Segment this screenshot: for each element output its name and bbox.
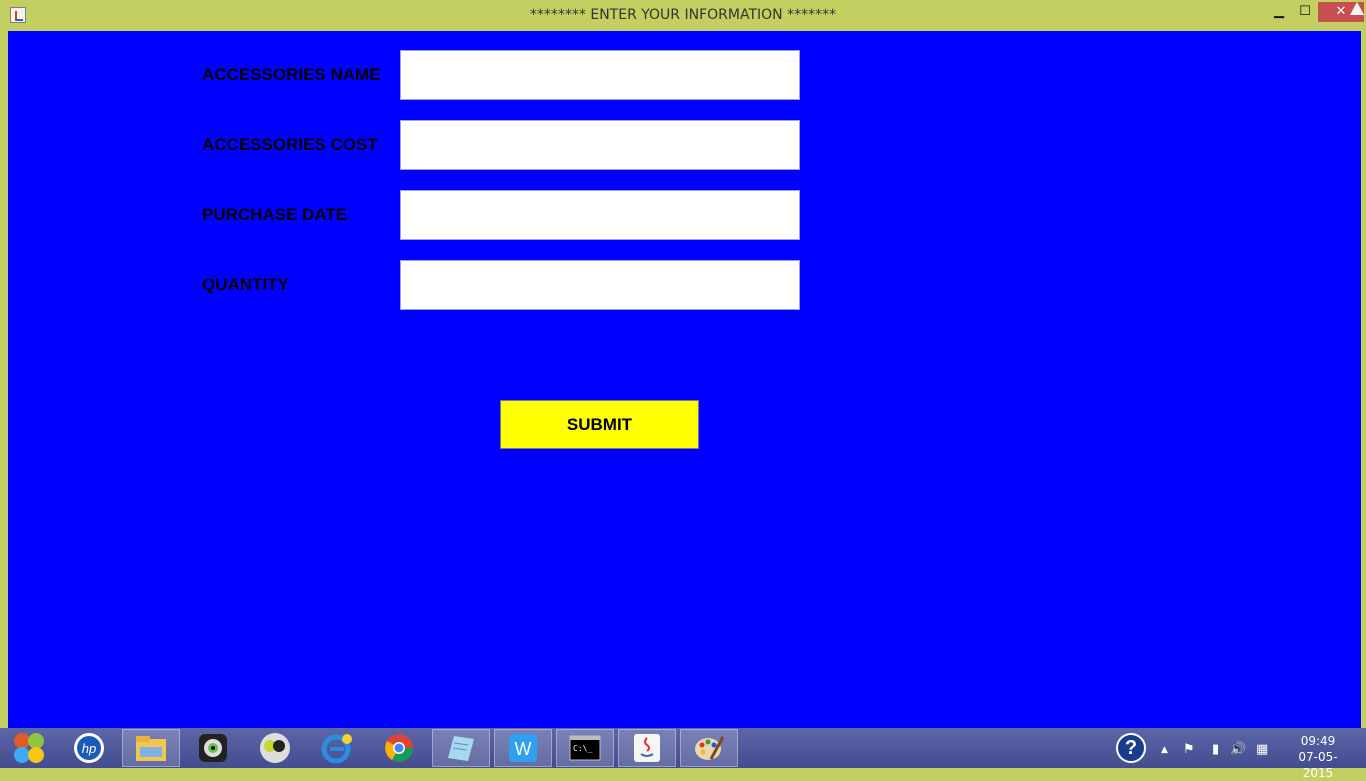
battery-icon[interactable]: ▮ xyxy=(1212,742,1219,757)
network-icon[interactable]: ▦ xyxy=(1256,742,1268,757)
quantity-input[interactable] xyxy=(400,260,800,310)
clock-time: 09:49 xyxy=(1300,734,1336,748)
wps-writer-icon[interactable]: W xyxy=(494,729,552,767)
internet-explorer-icon[interactable] xyxy=(308,729,366,767)
help-icon[interactable]: ? xyxy=(1116,733,1146,763)
notepad-icon[interactable] xyxy=(432,729,490,767)
media-player-icon[interactable] xyxy=(246,729,304,767)
svg-text:W: W xyxy=(515,739,532,759)
accessories-name-input[interactable] xyxy=(400,50,800,100)
minimize-button[interactable]: ▁ xyxy=(1268,2,1290,22)
window-title: ******** ENTER YOUR INFORMATION ******* xyxy=(529,7,837,23)
volume-icon[interactable]: 🔊 xyxy=(1230,742,1246,757)
svg-text:C:\_: C:\_ xyxy=(573,744,592,753)
svg-text:hp: hp xyxy=(82,741,96,756)
accessories-cost-label: ACCESSORIES COST xyxy=(202,135,378,154)
system-clock[interactable]: 09:49 07-05-2015 xyxy=(1288,733,1348,781)
accessories-cost-input[interactable] xyxy=(400,120,800,170)
warning-icon xyxy=(1350,2,1364,15)
quantity-label: QUANTITY xyxy=(202,275,289,294)
submit-button[interactable]: SUBMIT xyxy=(500,400,699,449)
accessories-name-label: ACCESSORIES NAME xyxy=(202,65,381,84)
action-center-flag-icon[interactable]: ⚑ xyxy=(1183,742,1195,757)
webcam-icon[interactable] xyxy=(184,729,242,767)
command-prompt-icon[interactable]: C:\_ xyxy=(556,729,614,767)
windows-start-icon[interactable] xyxy=(0,729,58,767)
form-panel: ACCESSORIES NAME ACCESSORIES COST PURCHA… xyxy=(8,31,1361,728)
purchase-date-input[interactable] xyxy=(400,190,800,240)
paint-icon[interactable] xyxy=(680,729,738,767)
application-window: ******** ENTER YOUR INFORMATION ******* … xyxy=(0,0,1366,728)
purchase-date-label: PURCHASE DATE xyxy=(202,205,348,224)
show-hidden-icons-icon[interactable]: ▲ xyxy=(1161,745,1168,755)
clock-date: 07-05-2015 xyxy=(1298,750,1338,780)
maximize-button[interactable]: ☐ xyxy=(1294,2,1316,22)
hp-icon[interactable]: hp xyxy=(60,729,118,767)
chrome-icon[interactable] xyxy=(370,729,428,767)
title-bar[interactable]: ******** ENTER YOUR INFORMATION ******* … xyxy=(0,0,1366,31)
file-explorer-icon[interactable] xyxy=(122,729,180,767)
java-icon[interactable] xyxy=(618,729,676,767)
